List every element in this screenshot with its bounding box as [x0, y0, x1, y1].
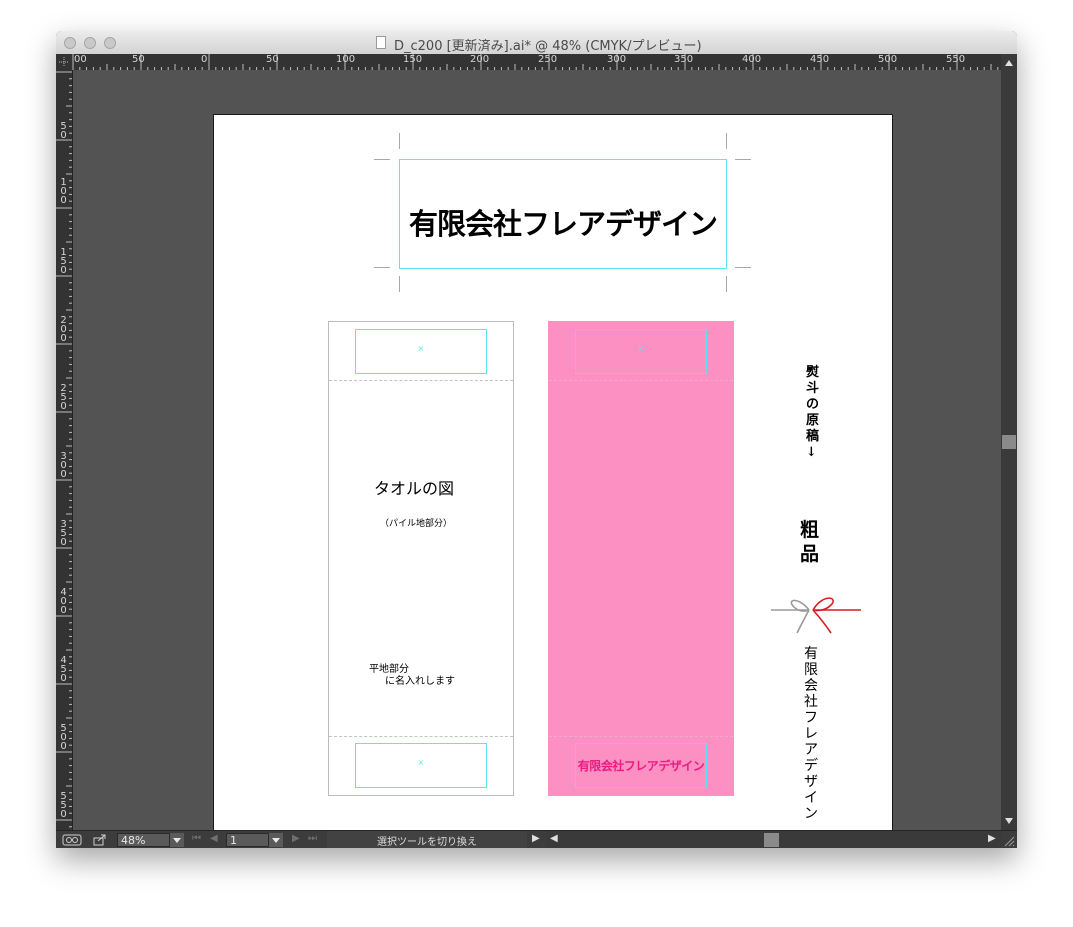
towel-white-bottom-marker: ×: [417, 758, 425, 767]
crop-mark: [374, 159, 390, 160]
ruler-v-label: 3 0 0: [60, 451, 67, 480]
title-bar[interactable]: D_c200 [更新済み].ai* @ 48% (CMYK/プレビュー): [56, 31, 1017, 55]
vertical-ruler[interactable]: 5 0 1 0 0 1 5 0 2 0 0 2 5 0 3 0 0 3 5 0 …: [56, 70, 73, 830]
illustrator-window: D_c200 [更新済み].ai* @ 48% (CMYK/プレビュー) 00 …: [56, 31, 1017, 848]
ruler-v-label: 5 0 0: [60, 723, 67, 752]
ruler-v-label: 5 5 0: [60, 791, 67, 820]
towel-pink-top-marker: ×: [637, 344, 645, 353]
scroll-left-icon[interactable]: ◀: [550, 833, 558, 844]
ruler-v-label: 2 5 0: [60, 383, 67, 412]
tool-status-text: 選択ツールを切り換え: [377, 837, 477, 848]
ruler-h-label: 300: [607, 54, 627, 65]
ruler-h-label: 50: [132, 54, 145, 65]
ruler-h-label: 350: [674, 54, 694, 65]
crop-mark: [374, 267, 390, 268]
ruler-h-label: 150: [403, 54, 423, 65]
crop-mark: [735, 159, 751, 160]
horizontal-ruler[interactable]: 00 50 0 50 100 150 200 250 300 350 400 4…: [72, 54, 1001, 71]
scroll-right-icon[interactable]: ▶: [988, 833, 996, 844]
zoom-field[interactable]: 48%: [117, 833, 170, 847]
minimize-button[interactable]: [84, 37, 96, 49]
ruler-h-label: 250: [538, 54, 558, 65]
horizontal-scroll-thumb[interactable]: [764, 833, 779, 847]
resize-grip-icon[interactable]: [1003, 835, 1015, 847]
canvas[interactable]: 有限会社フレアデザイン × タオルの図 （パイル地部分） 平地部分 に名入れしま…: [73, 70, 1001, 848]
ruler-h-label: 50: [266, 54, 279, 65]
ruler-v-label: 4 5 0: [60, 655, 67, 684]
crop-mark: [399, 133, 400, 149]
artboard[interactable]: 有限会社フレアデザイン × タオルの図 （パイル地部分） 平地部分 に名入れしま…: [213, 114, 893, 848]
towel-white-top-marker: ×: [417, 344, 425, 353]
ruler-h-label: 550: [946, 54, 966, 65]
ruler-origin-icon: [59, 57, 69, 67]
vertical-scrollbar[interactable]: [1001, 54, 1017, 830]
vertical-scroll-thumb[interactable]: [1002, 435, 1016, 449]
previous-artboard-icon[interactable]: ◀: [210, 833, 218, 844]
company-logo-text[interactable]: 有限会社フレアデザイン: [401, 201, 725, 243]
fold-line: [329, 380, 513, 381]
noshi-heading[interactable]: 熨斗の原稿↓: [806, 365, 820, 461]
ruler-h-label: 0: [201, 54, 208, 65]
artboard-dropdown-chevron-down-icon[interactable]: [269, 833, 283, 847]
crop-mark: [399, 276, 400, 292]
towel-white[interactable]: [328, 321, 514, 796]
ruler-v-label: 3 5 0: [60, 519, 67, 548]
towel-pink[interactable]: [548, 321, 734, 796]
zoom-dropdown-chevron-down-icon[interactable]: [170, 833, 184, 847]
ruler-v-label: 1 0 0: [60, 177, 67, 206]
fold-line: [549, 380, 733, 381]
ruler-v-label: 4 0 0: [60, 587, 67, 616]
noshi-gift-label[interactable]: 粗品: [800, 518, 822, 566]
fold-line: [549, 736, 733, 737]
tool-status-area[interactable]: 選択ツールを切り換え: [327, 831, 527, 848]
document-icon: [376, 36, 386, 49]
ruler-h-label: 100: [336, 54, 356, 65]
ruler-h-label: 00: [74, 54, 87, 65]
horizontal-scrollbar[interactable]: ◀ ▶: [546, 831, 1001, 848]
noshi-company-name[interactable]: 有限会社フレアデザイン: [804, 646, 820, 822]
share-icon[interactable]: [92, 833, 108, 847]
ruler-origin[interactable]: [56, 54, 72, 70]
zoom-button[interactable]: [104, 37, 116, 49]
close-button[interactable]: [64, 37, 76, 49]
next-artboard-icon[interactable]: ▶: [292, 833, 300, 844]
towel-note-line2[interactable]: に名入れします: [385, 672, 455, 687]
ruler-h-label: 500: [878, 54, 898, 65]
towel-pink-name-text[interactable]: 有限会社フレアデザイン: [575, 757, 707, 774]
status-menu-arrow-icon[interactable]: ▶: [532, 833, 540, 844]
zoom-value: 48%: [121, 834, 146, 847]
mizuhiki-knot-icon[interactable]: [769, 593, 863, 637]
horizontal-ruler-ticks: [72, 54, 999, 70]
last-artboard-icon[interactable]: ⏭: [308, 833, 317, 844]
artboard-number-field[interactable]: 1: [226, 833, 269, 847]
ruler-h-label: 450: [810, 54, 830, 65]
status-bar: 48% ⏮ ◀ 1 ▶ ⏭ 選択ツールを切り換え ▶ ◀ ▶: [56, 830, 1017, 848]
scroll-down-icon[interactable]: [1001, 814, 1017, 828]
crop-mark: [726, 276, 727, 292]
scroll-up-icon[interactable]: [1001, 56, 1017, 70]
ruler-v-label: 1 5 0: [60, 247, 67, 276]
towel-subtitle[interactable]: （パイル地部分）: [380, 516, 452, 529]
artboard-number: 1: [230, 834, 237, 847]
ruler-h-label: 400: [742, 54, 762, 65]
ruler-v-label: 2 0 0: [60, 315, 67, 344]
towel-title[interactable]: タオルの図: [374, 475, 454, 499]
window-title: D_c200 [更新済み].ai* @ 48% (CMYK/プレビュー): [394, 39, 702, 54]
ruler-v-label: 5 0: [60, 121, 67, 141]
ruler-h-label: 200: [470, 54, 490, 65]
crop-mark: [735, 267, 751, 268]
crop-mark: [726, 133, 727, 149]
gpu-performance-icon[interactable]: [62, 833, 82, 847]
fold-line: [329, 736, 513, 737]
first-artboard-icon[interactable]: ⏮: [192, 833, 201, 844]
